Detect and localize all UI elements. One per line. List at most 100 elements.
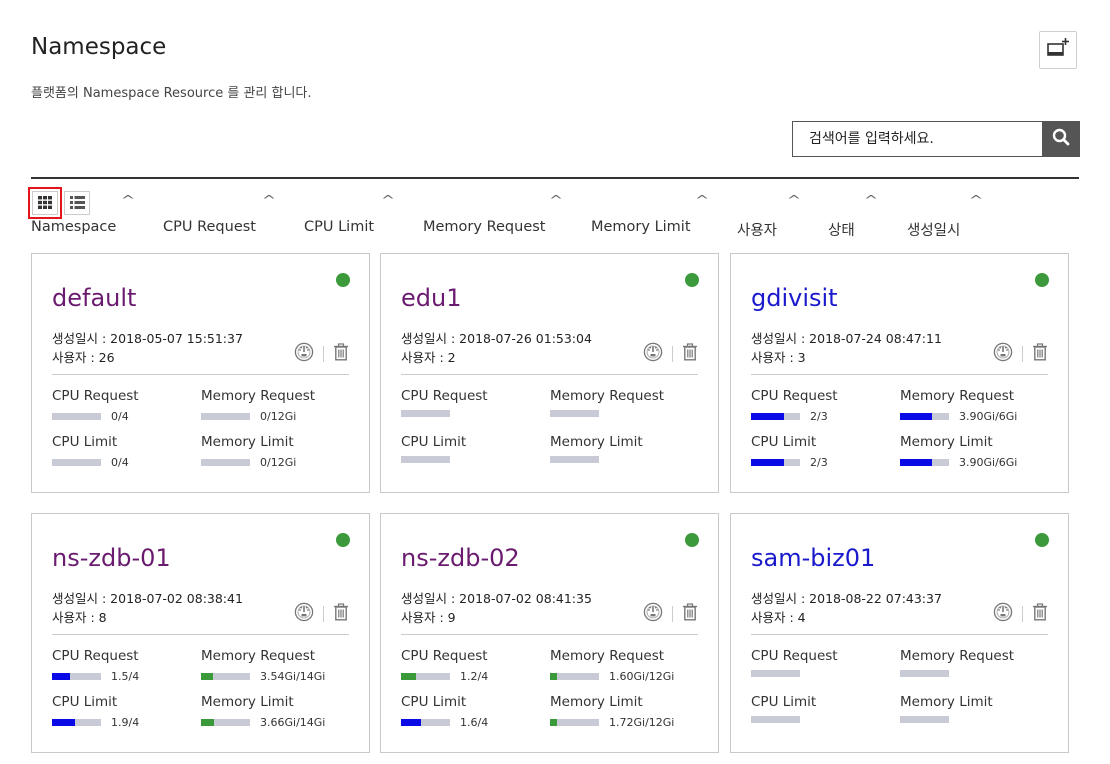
metric-label: CPU Limit xyxy=(751,434,817,450)
usage-value: 0/4 xyxy=(111,410,129,423)
namespace-card[interactable]: sam-biz01 생성일시 : 2018-08-22 07:43:37 사용자 :… xyxy=(730,513,1069,753)
dashboard-gauge-icon[interactable] xyxy=(643,342,663,366)
metric-label: CPU Limit xyxy=(401,434,467,450)
dashboard-gauge-icon[interactable] xyxy=(993,602,1013,626)
dashboard-gauge-icon[interactable] xyxy=(294,342,314,366)
page-subtitle: 플랫폼의 Namespace Resource 를 관리 합니다. xyxy=(31,86,312,101)
status-indicator xyxy=(685,273,699,287)
memory-limit-metric: Memory Limit 0/12Gi xyxy=(201,434,296,469)
usage-value: 0/12Gi xyxy=(260,410,297,423)
namespace-name[interactable]: edu1 xyxy=(401,284,461,312)
sort-caret-icon: ^ xyxy=(968,193,984,207)
list-view-toggle[interactable] xyxy=(64,191,90,215)
created-info: 생성일시 : 2018-07-26 01:53:04 xyxy=(401,331,592,346)
namespace-card[interactable]: default 생성일시 : 2018-05-07 15:51:37 사용자 : 2… xyxy=(31,253,370,493)
memory-request-metric: Memory Request xyxy=(550,388,664,417)
namespace-name[interactable]: ns-zdb-01 xyxy=(52,544,171,572)
usage-bar xyxy=(751,413,800,420)
sort-caret-icon: ^ xyxy=(548,193,564,207)
trash-icon[interactable] xyxy=(682,343,698,365)
cpu-request-metric: CPU Request 0/4 xyxy=(52,388,139,423)
memory-limit-metric: Memory Limit 3.90Gi/6Gi xyxy=(900,434,1017,469)
header-divider xyxy=(31,177,1079,179)
metric-label: CPU Limit xyxy=(52,694,118,710)
sort-caret-icon: ^ xyxy=(694,193,710,207)
users-info: 사용자 : 26 xyxy=(52,350,115,365)
usage-bar-fill xyxy=(52,719,76,726)
metric-label: CPU Request xyxy=(401,648,488,664)
metric-label: Memory Limit xyxy=(900,434,993,450)
usage-bar xyxy=(201,459,250,466)
usage-value: 3.54Gi/14Gi xyxy=(260,670,326,683)
grid-view-toggle[interactable] xyxy=(28,187,62,219)
usage-bar-fill xyxy=(550,719,557,726)
action-divider xyxy=(672,606,673,622)
usage-bar-fill xyxy=(201,719,214,726)
usage-bar-fill xyxy=(550,673,557,680)
usage-bar-fill xyxy=(401,673,416,680)
namespace-card[interactable]: ns-zdb-02 생성일시 : 2018-07-02 08:41:35 사용자 :… xyxy=(380,513,719,753)
usage-bar xyxy=(52,719,101,726)
metric-label: Memory Request xyxy=(201,388,316,404)
trash-icon[interactable] xyxy=(1032,343,1048,365)
usage-bar-fill xyxy=(751,413,784,420)
sort-caret-icon: ^ xyxy=(380,193,396,207)
namespace-name[interactable]: gdivisit xyxy=(751,284,838,312)
card-divider xyxy=(401,634,698,635)
action-divider xyxy=(323,606,324,622)
metric-label: CPU Request xyxy=(52,648,139,664)
memory-request-metric: Memory Request xyxy=(900,648,1014,677)
card-actions xyxy=(294,342,349,366)
usage-value: 0/12Gi xyxy=(260,456,297,469)
usage-bar xyxy=(401,410,450,417)
add-namespace-button[interactable] xyxy=(1039,31,1077,69)
usage-bar xyxy=(550,673,599,680)
usage-bar-fill xyxy=(401,719,421,726)
action-divider xyxy=(323,346,324,362)
dashboard-gauge-icon[interactable] xyxy=(294,602,314,626)
cpu-limit-metric: CPU Limit 1.6/4 xyxy=(401,694,488,729)
sort-caret-icon: ^ xyxy=(261,193,277,207)
trash-icon[interactable] xyxy=(682,603,698,625)
usage-bar xyxy=(900,716,949,723)
action-divider xyxy=(1022,606,1023,622)
namespace-card[interactable]: edu1 생성일시 : 2018-07-26 01:53:04 사용자 : 2 CPU… xyxy=(380,253,719,493)
usage-bar xyxy=(201,719,250,726)
usage-value: 1.6/4 xyxy=(460,716,489,729)
search-input[interactable] xyxy=(792,121,1042,157)
usage-value: 1.9/4 xyxy=(111,716,140,729)
dashboard-gauge-icon[interactable] xyxy=(643,602,663,626)
users-info: 사용자 : 2 xyxy=(401,350,456,365)
namespace-card[interactable]: ns-zdb-01 생성일시 : 2018-07-02 08:38:41 사용자 :… xyxy=(31,513,370,753)
cpu-limit-metric: CPU Limit 1.9/4 xyxy=(52,694,139,729)
trash-icon[interactable] xyxy=(1032,603,1048,625)
metric-label: Memory Request xyxy=(550,388,665,404)
metric-label: CPU Limit xyxy=(401,694,467,710)
dashboard-gauge-icon[interactable] xyxy=(993,342,1013,366)
namespace-name[interactable]: default xyxy=(52,284,136,312)
usage-value: 3.66Gi/14Gi xyxy=(260,716,326,729)
add-window-icon xyxy=(1046,37,1070,63)
usage-value: 1.60Gi/12Gi xyxy=(609,670,675,683)
search-button[interactable] xyxy=(1042,121,1080,157)
trash-icon[interactable] xyxy=(333,603,349,625)
card-divider xyxy=(751,634,1048,635)
usage-value: 2/3 xyxy=(810,456,828,469)
metric-label: CPU Request xyxy=(751,388,838,404)
metric-label: Memory Request xyxy=(900,388,1015,404)
sort-caret-icon: ^ xyxy=(863,193,879,207)
namespace-name[interactable]: sam-biz01 xyxy=(751,544,875,572)
list-icon xyxy=(69,194,85,213)
card-divider xyxy=(52,634,349,635)
usage-bar xyxy=(751,459,800,466)
metric-label: Memory Limit xyxy=(550,434,643,450)
card-divider xyxy=(751,374,1048,375)
trash-icon[interactable] xyxy=(333,343,349,365)
namespace-name[interactable]: ns-zdb-02 xyxy=(401,544,520,572)
status-indicator xyxy=(1035,533,1049,547)
metric-label: Memory Limit xyxy=(201,434,294,450)
usage-value: 1.2/4 xyxy=(460,670,489,683)
card-actions xyxy=(643,342,698,366)
usage-value: 3.90Gi/6Gi xyxy=(959,410,1018,423)
namespace-card[interactable]: gdivisit 생성일시 : 2018-07-24 08:47:11 사용자 : … xyxy=(730,253,1069,493)
